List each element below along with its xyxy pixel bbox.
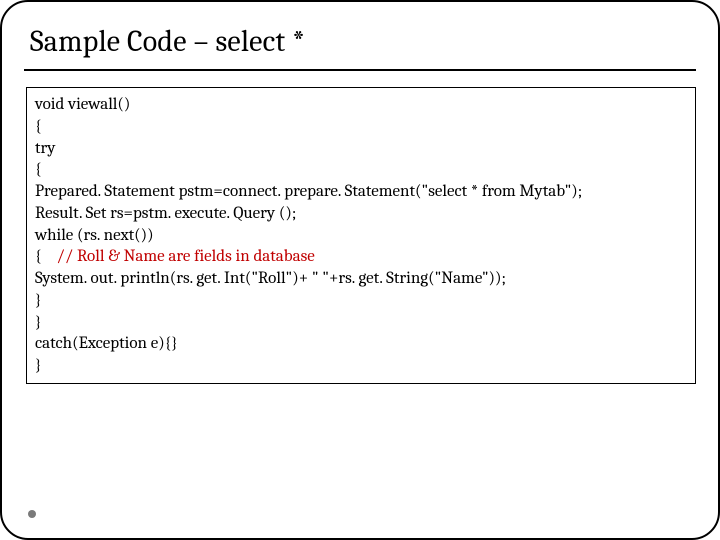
code-line: catch(Exception e){} — [35, 333, 687, 355]
code-line: void viewall() — [35, 94, 687, 116]
title-divider — [24, 69, 696, 71]
code-line: { — [35, 116, 687, 138]
code-line: try — [35, 138, 687, 160]
code-line: Prepared. Statement pstm=connect. prepar… — [35, 181, 687, 203]
footer-dot-icon — [28, 510, 36, 518]
code-line: { — [35, 159, 687, 181]
code-line: } — [35, 312, 687, 334]
code-sample-box: void viewall() { try { Prepared. Stateme… — [26, 87, 696, 384]
code-line: while (rs. next()) — [35, 225, 687, 247]
code-line: { // Roll & Name are fields in database — [35, 246, 687, 268]
code-comment: // Roll & Name are fields in database — [57, 247, 315, 266]
code-brace: { — [35, 247, 57, 266]
code-line: Result. Set rs=pstm. execute. Query (); — [35, 203, 687, 225]
code-line: } — [35, 355, 687, 377]
code-line: } — [35, 290, 687, 312]
slide-frame: Sample Code – select * void viewall() { … — [0, 0, 720, 540]
code-line: System. out. println(rs. get. Int("Roll"… — [35, 268, 687, 290]
slide-title: Sample Code – select * — [30, 24, 696, 59]
